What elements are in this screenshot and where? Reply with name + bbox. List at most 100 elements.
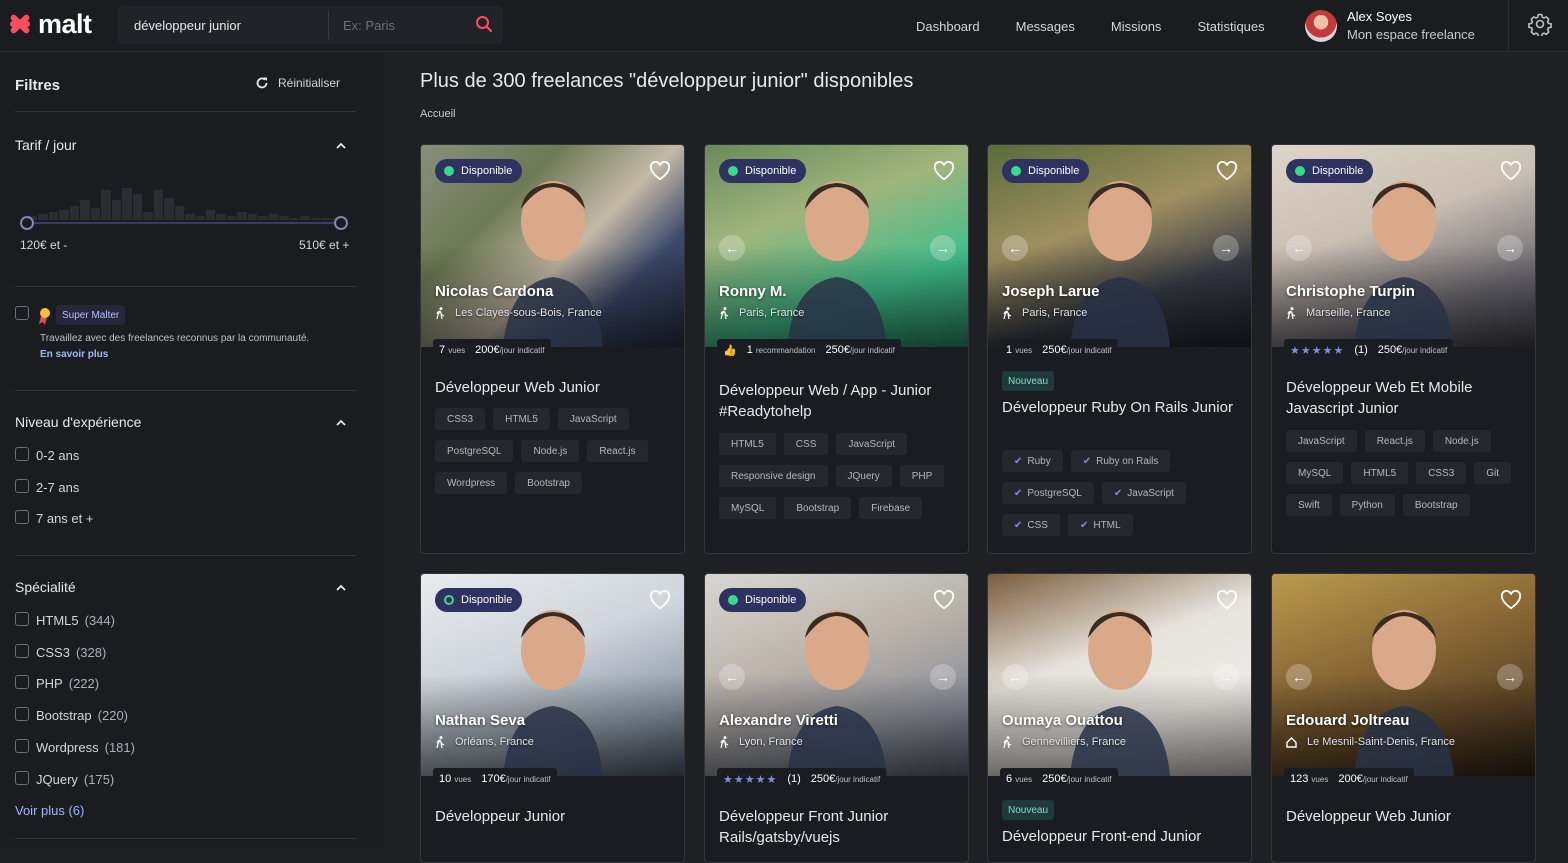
see-more-link[interactable]: Voir plus (6) <box>15 803 84 818</box>
next-photo-button[interactable]: → <box>1497 664 1523 690</box>
skill-tag[interactable]: MySQL <box>1286 462 1344 484</box>
skill-tag[interactable]: Git <box>1474 462 1512 484</box>
heart-icon[interactable] <box>649 161 671 181</box>
freelancer-card[interactable]: Disponible ← → Alexandre Viretti Lyon, Franc… <box>704 573 969 863</box>
experience-checkbox[interactable] <box>15 447 29 461</box>
skill-tag[interactable]: Python <box>1339 494 1395 516</box>
freelancer-name[interactable]: Edouard Joltreau <box>1286 712 1409 729</box>
job-title[interactable]: Développeur Ruby On Rails Junior <box>1002 397 1242 418</box>
specialty-checkbox[interactable] <box>15 675 29 690</box>
nav-messages[interactable]: Messages <box>1016 19 1075 34</box>
skill-tag[interactable]: JavaScript <box>836 433 908 455</box>
gear-icon[interactable] <box>1528 12 1552 36</box>
job-title[interactable]: Développeur Front Junior Rails/gatsby/vu… <box>719 806 959 848</box>
prev-photo-button[interactable]: ← <box>719 664 745 690</box>
job-title[interactable]: Développeur Junior <box>435 806 675 827</box>
skill-tag[interactable]: PostgreSQL <box>435 440 514 462</box>
freelancer-card[interactable]: Disponible Nicolas Cardona Les Clayes-sous… <box>420 144 685 554</box>
specialty-option[interactable]: PHP (222) <box>36 676 99 691</box>
job-title[interactable]: Développeur Web Et Mobile Javascript Jun… <box>1286 377 1526 419</box>
heart-icon[interactable] <box>1500 161 1522 181</box>
job-title[interactable]: Développeur Web Junior <box>1286 806 1526 827</box>
heart-icon[interactable] <box>933 590 955 610</box>
freelancer-card[interactable]: Disponible ← → Joseph Larue Paris, France 1 v… <box>987 144 1252 554</box>
chevron-up-icon[interactable] <box>335 582 347 594</box>
skill-tag[interactable]: CSS3 <box>435 408 486 430</box>
breadcrumb[interactable]: Accueil <box>420 108 455 120</box>
specialty-option[interactable]: Bootstrap (220) <box>36 708 128 723</box>
next-photo-button[interactable]: → <box>930 664 956 690</box>
heart-icon[interactable] <box>933 161 955 181</box>
specialty-checkbox[interactable] <box>15 612 29 626</box>
chevron-up-icon[interactable] <box>335 140 347 152</box>
skill-tag[interactable]: Bootstrap <box>515 472 582 494</box>
freelancer-name[interactable]: Oumaya Ouattou <box>1002 712 1123 729</box>
freelancer-name[interactable]: Christophe Turpin <box>1286 283 1415 300</box>
job-title[interactable]: Développeur Web / App - Junior #Readytoh… <box>719 380 959 422</box>
prev-photo-button[interactable]: ← <box>719 235 745 261</box>
skill-tag[interactable]: ✔ PostgreSQL <box>1002 482 1094 504</box>
rate-slider-max-handle[interactable] <box>334 216 348 230</box>
skill-tag[interactable]: Responsive design <box>719 465 828 487</box>
skill-tag[interactable]: React.js <box>587 440 648 462</box>
super-malter-link[interactable]: En savoir plus <box>40 349 108 360</box>
nav-missions[interactable]: Missions <box>1111 19 1162 34</box>
freelancer-name[interactable]: Nathan Seva <box>435 712 525 729</box>
skill-tag[interactable]: PHP <box>899 465 945 487</box>
prev-photo-button[interactable]: ← <box>1002 664 1028 690</box>
malt-logo[interactable]: malt <box>6 8 92 40</box>
specialty-checkbox[interactable] <box>15 738 29 753</box>
specialty-option[interactable]: JQuery (175) <box>36 772 114 787</box>
skill-tag[interactable]: ✔ CSS <box>1002 514 1060 536</box>
skill-tag[interactable]: CSS3 <box>1416 462 1467 484</box>
skill-tag[interactable]: Firebase <box>859 497 923 519</box>
heart-icon[interactable] <box>1216 590 1238 610</box>
nav-statistiques[interactable]: Statistiques <box>1197 19 1264 34</box>
skill-tag[interactable]: ✔ JavaScript <box>1101 482 1186 504</box>
freelancer-card[interactable]: ← → Oumaya Ouattou Gennevilliers, France 6 v… <box>987 573 1252 863</box>
specialty-option[interactable]: Wordpress (181) <box>36 740 135 755</box>
skill-tag[interactable]: Swift <box>1286 494 1332 516</box>
freelancer-name[interactable]: Joseph Larue <box>1002 283 1100 300</box>
skill-tag[interactable]: Node.js <box>521 440 580 462</box>
user-menu[interactable]: Alex Soyes Mon espace freelance <box>1305 5 1475 47</box>
rate-slider-min-handle[interactable] <box>20 216 34 230</box>
prev-photo-button[interactable]: ← <box>1286 235 1312 261</box>
freelancer-card[interactable]: Disponible ← → Christophe Turpin Marseille, … <box>1271 144 1536 554</box>
skill-tag[interactable]: HTML5 <box>1351 462 1409 484</box>
experience-option[interactable]: 0-2 ans <box>36 448 79 463</box>
freelancer-card[interactable]: Disponible ← → Ronny M. Paris, France 👍 1 reco… <box>704 144 969 554</box>
experience-option[interactable]: 2-7 ans <box>36 480 79 495</box>
skill-tag[interactable]: JQuery <box>835 465 892 487</box>
freelancer-card[interactable]: ← → Edouard Joltreau Le Mesnil-Saint-Denis,… <box>1271 573 1536 863</box>
heart-icon[interactable] <box>649 590 671 610</box>
next-photo-button[interactable]: → <box>930 235 956 261</box>
skill-tag[interactable]: ✔ Ruby <box>1002 450 1063 472</box>
skill-tag[interactable]: Bootstrap <box>784 497 852 519</box>
skill-tag[interactable]: React.js <box>1364 430 1425 452</box>
experience-checkbox[interactable] <box>15 479 29 493</box>
skill-tag[interactable]: HTML5 <box>493 408 550 430</box>
skill-tag[interactable]: ✔ Ruby on Rails <box>1070 450 1171 472</box>
skill-tag[interactable]: Wordpress <box>435 472 508 494</box>
skill-tag[interactable]: Bootstrap <box>1402 494 1470 516</box>
next-photo-button[interactable]: → <box>1213 664 1239 690</box>
freelancer-name[interactable]: Ronny M. <box>719 283 787 300</box>
skill-tag[interactable]: JavaScript <box>557 408 629 430</box>
skill-tag[interactable]: JavaScript <box>1286 430 1357 452</box>
location-input[interactable] <box>329 6 459 44</box>
reset-button[interactable]: Réinitialiser <box>255 76 340 90</box>
next-photo-button[interactable]: → <box>1213 235 1239 261</box>
specialty-checkbox[interactable] <box>15 643 29 658</box>
next-photo-button[interactable]: → <box>1497 235 1523 261</box>
freelancer-name[interactable]: Nicolas Cardona <box>435 283 553 300</box>
super-malter-checkbox[interactable] <box>15 306 29 320</box>
job-title[interactable]: Développeur Web Junior <box>435 377 675 398</box>
specialty-checkbox[interactable] <box>15 770 29 785</box>
experience-checkbox[interactable] <box>15 510 29 524</box>
skill-tag[interactable]: Node.js <box>1432 430 1491 452</box>
skill-tag[interactable]: HTML5 <box>719 433 776 455</box>
search-input[interactable] <box>118 6 328 44</box>
skill-tag[interactable]: MySQL <box>719 497 777 519</box>
search-button[interactable] <box>473 13 495 35</box>
